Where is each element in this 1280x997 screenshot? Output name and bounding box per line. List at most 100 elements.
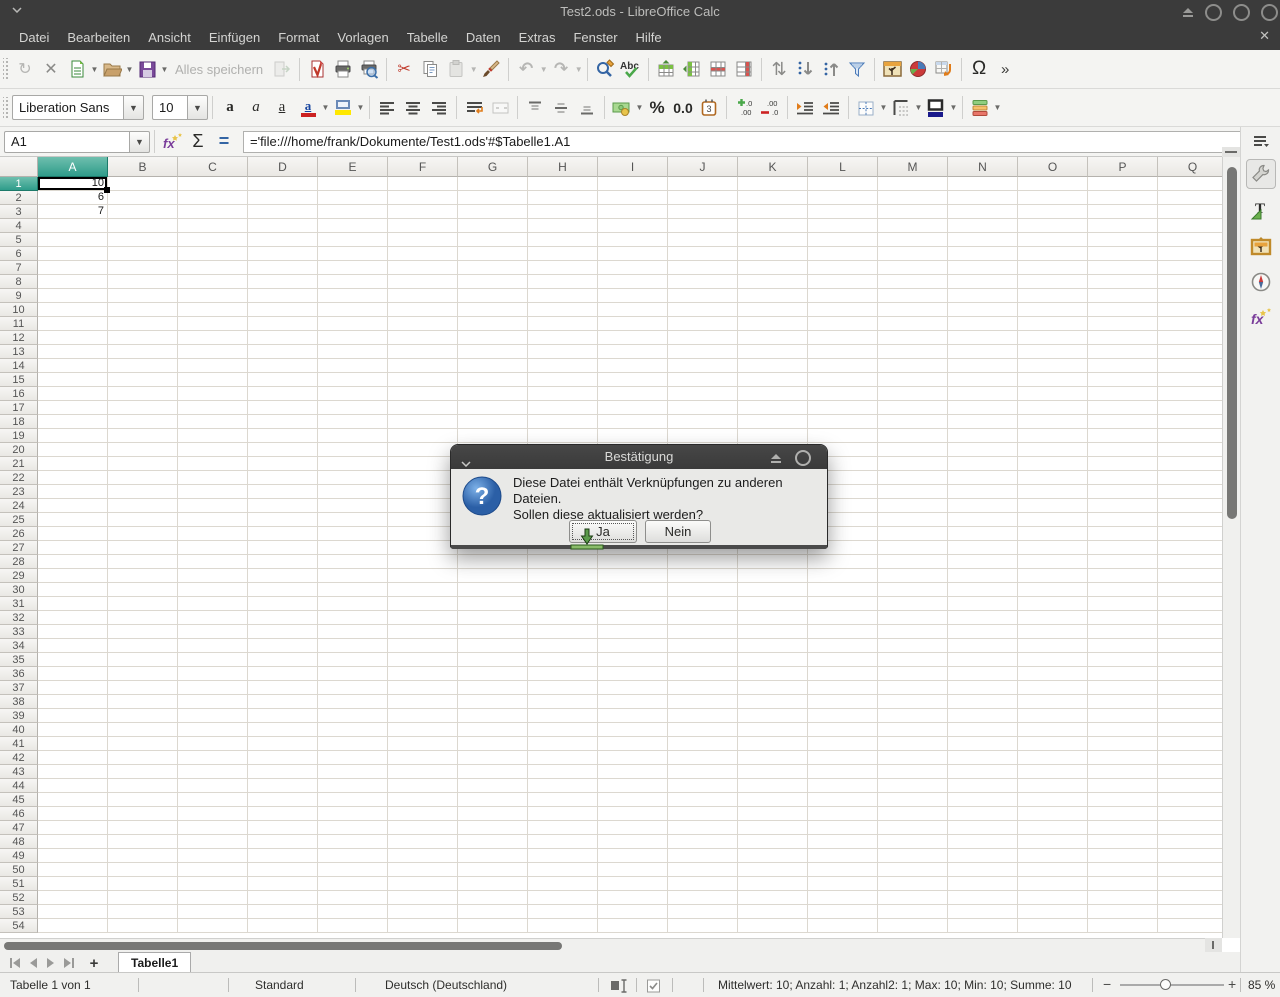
new-document-dropdown[interactable]: ▼ xyxy=(90,56,99,83)
cell-A22[interactable] xyxy=(38,471,108,485)
cell-P32[interactable] xyxy=(1088,611,1158,625)
cell-Q36[interactable] xyxy=(1158,667,1222,681)
cell-Q8[interactable] xyxy=(1158,275,1222,289)
cell-K3[interactable] xyxy=(738,205,808,219)
cell-D22[interactable] xyxy=(248,471,318,485)
cell-E45[interactable] xyxy=(318,793,388,807)
row-header-13[interactable]: 13 xyxy=(0,345,38,359)
cell-D52[interactable] xyxy=(248,891,318,905)
cell-P54[interactable] xyxy=(1088,919,1158,933)
cell-Q15[interactable] xyxy=(1158,373,1222,387)
align-right-icon[interactable] xyxy=(426,94,452,121)
cell-D41[interactable] xyxy=(248,737,318,751)
cell-F36[interactable] xyxy=(388,667,458,681)
cell-G40[interactable] xyxy=(458,723,528,737)
zoom-out-button[interactable]: − xyxy=(1103,976,1111,992)
cell-A18[interactable] xyxy=(38,415,108,429)
number-format-icon[interactable]: 0.0 xyxy=(670,94,696,121)
cell-H16[interactable] xyxy=(528,387,598,401)
font-color-dropdown[interactable]: ▼ xyxy=(321,94,330,121)
cell-C49[interactable] xyxy=(178,849,248,863)
border-color-icon[interactable] xyxy=(923,94,949,121)
cell-J16[interactable] xyxy=(668,387,738,401)
cell-N36[interactable] xyxy=(948,667,1018,681)
cell-J7[interactable] xyxy=(668,261,738,275)
row-header-48[interactable]: 48 xyxy=(0,835,38,849)
cell-L18[interactable] xyxy=(808,415,878,429)
sidebar-navigator-icon[interactable] xyxy=(1246,267,1276,297)
cell-I51[interactable] xyxy=(598,877,668,891)
cell-G5[interactable] xyxy=(458,233,528,247)
cell-E46[interactable] xyxy=(318,807,388,821)
cell-H39[interactable] xyxy=(528,709,598,723)
cell-F1[interactable] xyxy=(388,177,458,191)
cell-L49[interactable] xyxy=(808,849,878,863)
cell-Q29[interactable] xyxy=(1158,569,1222,583)
cell-P20[interactable] xyxy=(1088,443,1158,457)
cell-I39[interactable] xyxy=(598,709,668,723)
cell-O54[interactable] xyxy=(1018,919,1088,933)
cell-F6[interactable] xyxy=(388,247,458,261)
cell-Q34[interactable] xyxy=(1158,639,1222,653)
cell-O46[interactable] xyxy=(1018,807,1088,821)
cell-K50[interactable] xyxy=(738,863,808,877)
highlight-color-dropdown[interactable]: ▼ xyxy=(356,94,365,121)
cell-J5[interactable] xyxy=(668,233,738,247)
cell-Q41[interactable] xyxy=(1158,737,1222,751)
cell-N53[interactable] xyxy=(948,905,1018,919)
cell-Q11[interactable] xyxy=(1158,317,1222,331)
cell-E36[interactable] xyxy=(318,667,388,681)
cell-A3[interactable]: 7 xyxy=(38,205,108,219)
cell-E38[interactable] xyxy=(318,695,388,709)
cell-N38[interactable] xyxy=(948,695,1018,709)
cell-F38[interactable] xyxy=(388,695,458,709)
cell-M33[interactable] xyxy=(878,625,948,639)
row-header-38[interactable]: 38 xyxy=(0,695,38,709)
cell-D38[interactable] xyxy=(248,695,318,709)
cell-N6[interactable] xyxy=(948,247,1018,261)
cell-J19[interactable] xyxy=(668,429,738,443)
cell-M13[interactable] xyxy=(878,345,948,359)
cell-N1[interactable] xyxy=(948,177,1018,191)
cell-B54[interactable] xyxy=(108,919,178,933)
cell-P40[interactable] xyxy=(1088,723,1158,737)
row-header-14[interactable]: 14 xyxy=(0,359,38,373)
cell-D45[interactable] xyxy=(248,793,318,807)
export-pdf-icon[interactable] xyxy=(304,56,330,83)
cell-P30[interactable] xyxy=(1088,583,1158,597)
cell-E52[interactable] xyxy=(318,891,388,905)
redo-icon[interactable]: ↷ xyxy=(548,56,574,83)
cell-P14[interactable] xyxy=(1088,359,1158,373)
cell-D44[interactable] xyxy=(248,779,318,793)
cell-P27[interactable] xyxy=(1088,541,1158,555)
cell-H52[interactable] xyxy=(528,891,598,905)
cell-A48[interactable] xyxy=(38,835,108,849)
cell-L31[interactable] xyxy=(808,597,878,611)
cell-F43[interactable] xyxy=(388,765,458,779)
cell-H15[interactable] xyxy=(528,373,598,387)
cell-E8[interactable] xyxy=(318,275,388,289)
cell-L36[interactable] xyxy=(808,667,878,681)
cell-G54[interactable] xyxy=(458,919,528,933)
cell-F27[interactable] xyxy=(388,541,458,555)
cell-C54[interactable] xyxy=(178,919,248,933)
cell-P52[interactable] xyxy=(1088,891,1158,905)
cell-C5[interactable] xyxy=(178,233,248,247)
cell-K36[interactable] xyxy=(738,667,808,681)
cell-K42[interactable] xyxy=(738,751,808,765)
cell-G50[interactable] xyxy=(458,863,528,877)
cell-E47[interactable] xyxy=(318,821,388,835)
cell-Q33[interactable] xyxy=(1158,625,1222,639)
cell-B9[interactable] xyxy=(108,289,178,303)
cell-G17[interactable] xyxy=(458,401,528,415)
cell-D35[interactable] xyxy=(248,653,318,667)
cell-M11[interactable] xyxy=(878,317,948,331)
cell-C46[interactable] xyxy=(178,807,248,821)
cell-O22[interactable] xyxy=(1018,471,1088,485)
cell-N9[interactable] xyxy=(948,289,1018,303)
cell-B14[interactable] xyxy=(108,359,178,373)
cell-H6[interactable] xyxy=(528,247,598,261)
cell-L41[interactable] xyxy=(808,737,878,751)
row-header-3[interactable]: 3 xyxy=(0,205,38,219)
pivot-table-icon[interactable] xyxy=(931,56,957,83)
